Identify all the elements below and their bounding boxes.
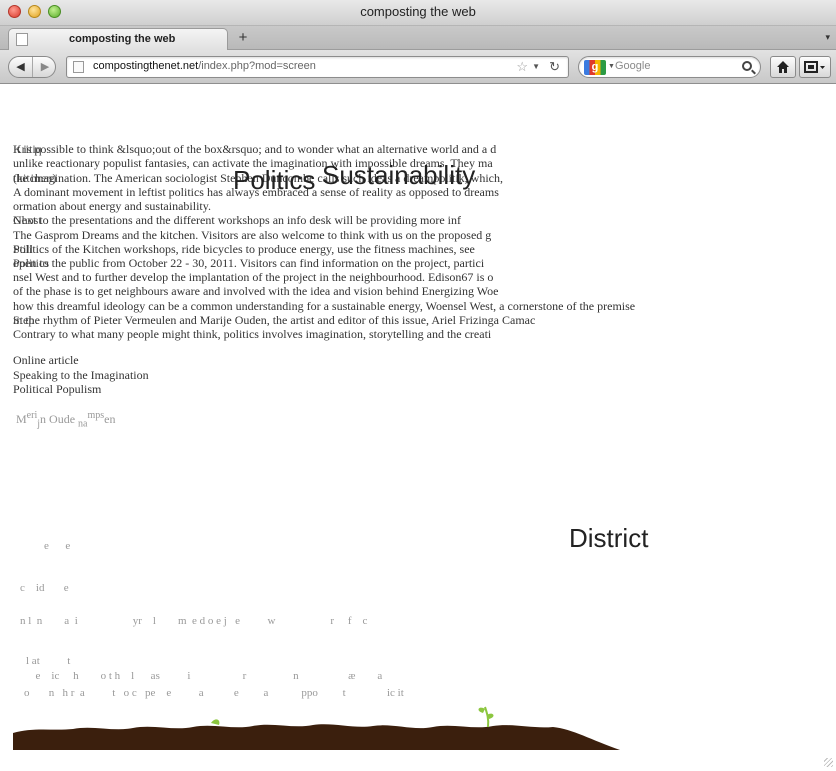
- tab-overflow-chevron-icon[interactable]: ▾: [825, 32, 830, 43]
- text-line: ormation about energy and sustainability…: [13, 199, 211, 213]
- overprint-word: Kritiq: [13, 142, 42, 156]
- window-titlebar: composting the web: [0, 0, 836, 26]
- history-buttons: ◀ ▶: [8, 56, 56, 78]
- sprout-icon: [478, 706, 494, 728]
- text-line: of the phase is to get neighbours aware …: [13, 284, 499, 298]
- small-sprout-icon: [211, 719, 220, 725]
- keyword-politics[interactable]: Politics: [233, 165, 315, 196]
- tab-bar: composting the web + ▾: [0, 26, 836, 50]
- text-line: Politics of the Kitchen workshops, ride …: [13, 242, 475, 256]
- overprint-word: Step: [13, 313, 35, 327]
- text-line: in the rhythm of Pieter Vermeulen and Ma…: [13, 313, 536, 327]
- compost-soil-illustration: [13, 706, 621, 750]
- author-name-scrambled: Merijn Oude nampsen: [16, 410, 116, 429]
- overprint-word: Politics: [13, 256, 50, 270]
- status-bar: [0, 750, 836, 771]
- letter-line: l at t: [26, 655, 71, 667]
- url-text[interactable]: compostingthenet.net/index.php?mod=scree…: [93, 60, 316, 72]
- text-line: It is possible to think &lsquo;out of th…: [13, 142, 497, 156]
- bookmarks-menu-button[interactable]: [799, 56, 831, 78]
- new-tab-button[interactable]: +: [232, 29, 254, 48]
- bookmarks-menu-icon: [804, 61, 825, 73]
- author-part: en: [104, 412, 116, 426]
- overprint-word: Still: [13, 242, 34, 256]
- site-identity-icon[interactable]: [73, 61, 84, 73]
- forward-button[interactable]: ▶: [33, 57, 57, 77]
- home-button[interactable]: [770, 56, 796, 78]
- window-resize-grip-icon[interactable]: [824, 758, 833, 767]
- home-icon: [777, 61, 789, 73]
- search-engine-icon[interactable]: g: [584, 60, 606, 75]
- soil-ground: [13, 724, 621, 750]
- letter-line: o n h r a t o c pe e a e a ppo t ic it: [24, 687, 404, 699]
- author-part: ps: [95, 410, 105, 421]
- text-line: open to the public from October 22 - 30,…: [13, 256, 485, 270]
- link-online-article[interactable]: Online article: [13, 353, 149, 368]
- url-path: /index.php?mod=screen: [198, 60, 316, 72]
- letter-line: n l n a i yr l m e d o e j e w r f c: [20, 615, 368, 627]
- author-part: M: [16, 412, 27, 426]
- link-political-populism[interactable]: Political Populism: [13, 382, 149, 397]
- text-line: how this dreamful ideology can be a comm…: [13, 299, 636, 313]
- bookmark-star-icon[interactable]: ☆: [516, 59, 528, 75]
- text-line: nsel West and to further develop the imp…: [13, 270, 494, 284]
- page-content: It is possible to think &lsquo;out of th…: [0, 85, 836, 750]
- text-line: The Gasprom Dreams and the kitchen. Visi…: [13, 228, 492, 242]
- letter-line: e ic h o t h l as i r n æ a: [30, 670, 383, 682]
- link-speaking-to-the-imagination[interactable]: Speaking to the Imagination: [13, 368, 149, 383]
- tab-composting-the-web[interactable]: composting the web: [8, 28, 228, 50]
- article-links: Online article Speaking to the Imaginati…: [13, 353, 149, 397]
- tab-label: composting the web: [69, 33, 176, 45]
- window-title: composting the web: [360, 4, 476, 19]
- search-bar[interactable]: g ▼ Google: [578, 56, 761, 78]
- search-icon[interactable]: [742, 61, 752, 71]
- letter-line: c id e: [20, 582, 69, 594]
- search-input[interactable]: Google: [615, 60, 650, 72]
- url-host: compostingthenet.net: [93, 60, 199, 72]
- search-engine-dropdown-icon[interactable]: ▼: [608, 63, 615, 70]
- letter-line: e e: [44, 540, 71, 552]
- overprint-word: (kitchen): [13, 171, 57, 185]
- address-bar[interactable]: compostingthenet.net/index.php?mod=scree…: [66, 56, 569, 78]
- overprint-word: Ghost: [13, 213, 42, 227]
- text-line: Contrary to what many people might think…: [13, 327, 492, 341]
- back-button[interactable]: ◀: [9, 57, 33, 77]
- navigation-toolbar: ◀ ▶ compostingthenet.net/index.php?mod=s…: [0, 50, 836, 84]
- page-favicon-icon: [16, 33, 28, 46]
- url-history-dropdown-icon[interactable]: ▼: [532, 62, 540, 71]
- falling-letters: e e c id e n l n a i yr l m e d o e j e …: [0, 530, 620, 710]
- keyword-sustainability[interactable]: Sustainability: [322, 160, 475, 191]
- author-part: n Oude: [40, 412, 76, 426]
- text-line: Next to the presentations and the differ…: [13, 213, 462, 227]
- reload-icon[interactable]: ↻: [549, 59, 560, 75]
